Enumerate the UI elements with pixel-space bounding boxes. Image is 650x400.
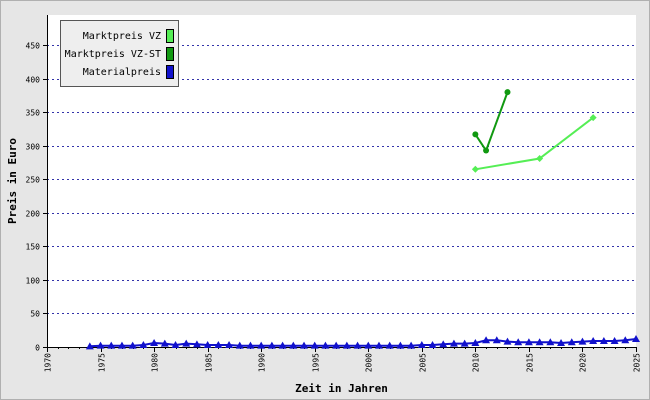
y-tick-label: 100 [26,277,41,286]
x-tick-label: 2025 [633,353,642,372]
y-tick-label: 150 [26,243,41,252]
data-point [472,131,479,138]
legend-swatch [166,47,174,61]
y-tick-label: 350 [26,109,41,118]
x-tick-label: 1980 [151,353,160,372]
y-tick-label: 300 [26,143,41,152]
y-tick-label: 250 [26,176,41,185]
legend-label: Marktpreis VZ [83,31,161,42]
legend-swatch [166,65,174,79]
data-point [504,89,511,96]
y-tick-label: 50 [30,310,40,319]
y-tick-label: 400 [26,76,41,85]
line-chart: 0 50 100 150 200 250 300 350 400 450 1970 1975 1980 1… [6,15,642,395]
x-tick-label: 2015 [526,353,535,372]
x-tick-label: 1985 [205,353,214,372]
x-tick-label: 1995 [312,353,321,372]
legend-swatch [166,29,174,43]
y-tick-label: 0 [35,344,40,353]
legend: Marktpreis VZ Marktpreis VZ-ST Materialpre… [60,20,179,87]
x-tick-label: 2020 [579,353,588,372]
x-tick-label: 2000 [365,353,374,372]
x-tick-label: 1970 [44,353,53,372]
y-axis-title: Preis in Euro [6,138,19,224]
y-tick-label: 450 [26,42,41,51]
y-tick-label: 200 [26,210,41,219]
x-tick-label: 2005 [419,353,428,372]
x-tick-label: 1975 [98,353,107,372]
x-tick-label: 2010 [472,353,481,372]
legend-label: Materialpreis [83,67,161,78]
x-axis-title: Zeit in Jahren [295,382,388,395]
legend-label: Marktpreis VZ-ST [65,49,161,60]
x-tick-label: 1990 [258,353,267,372]
data-point [483,147,490,154]
